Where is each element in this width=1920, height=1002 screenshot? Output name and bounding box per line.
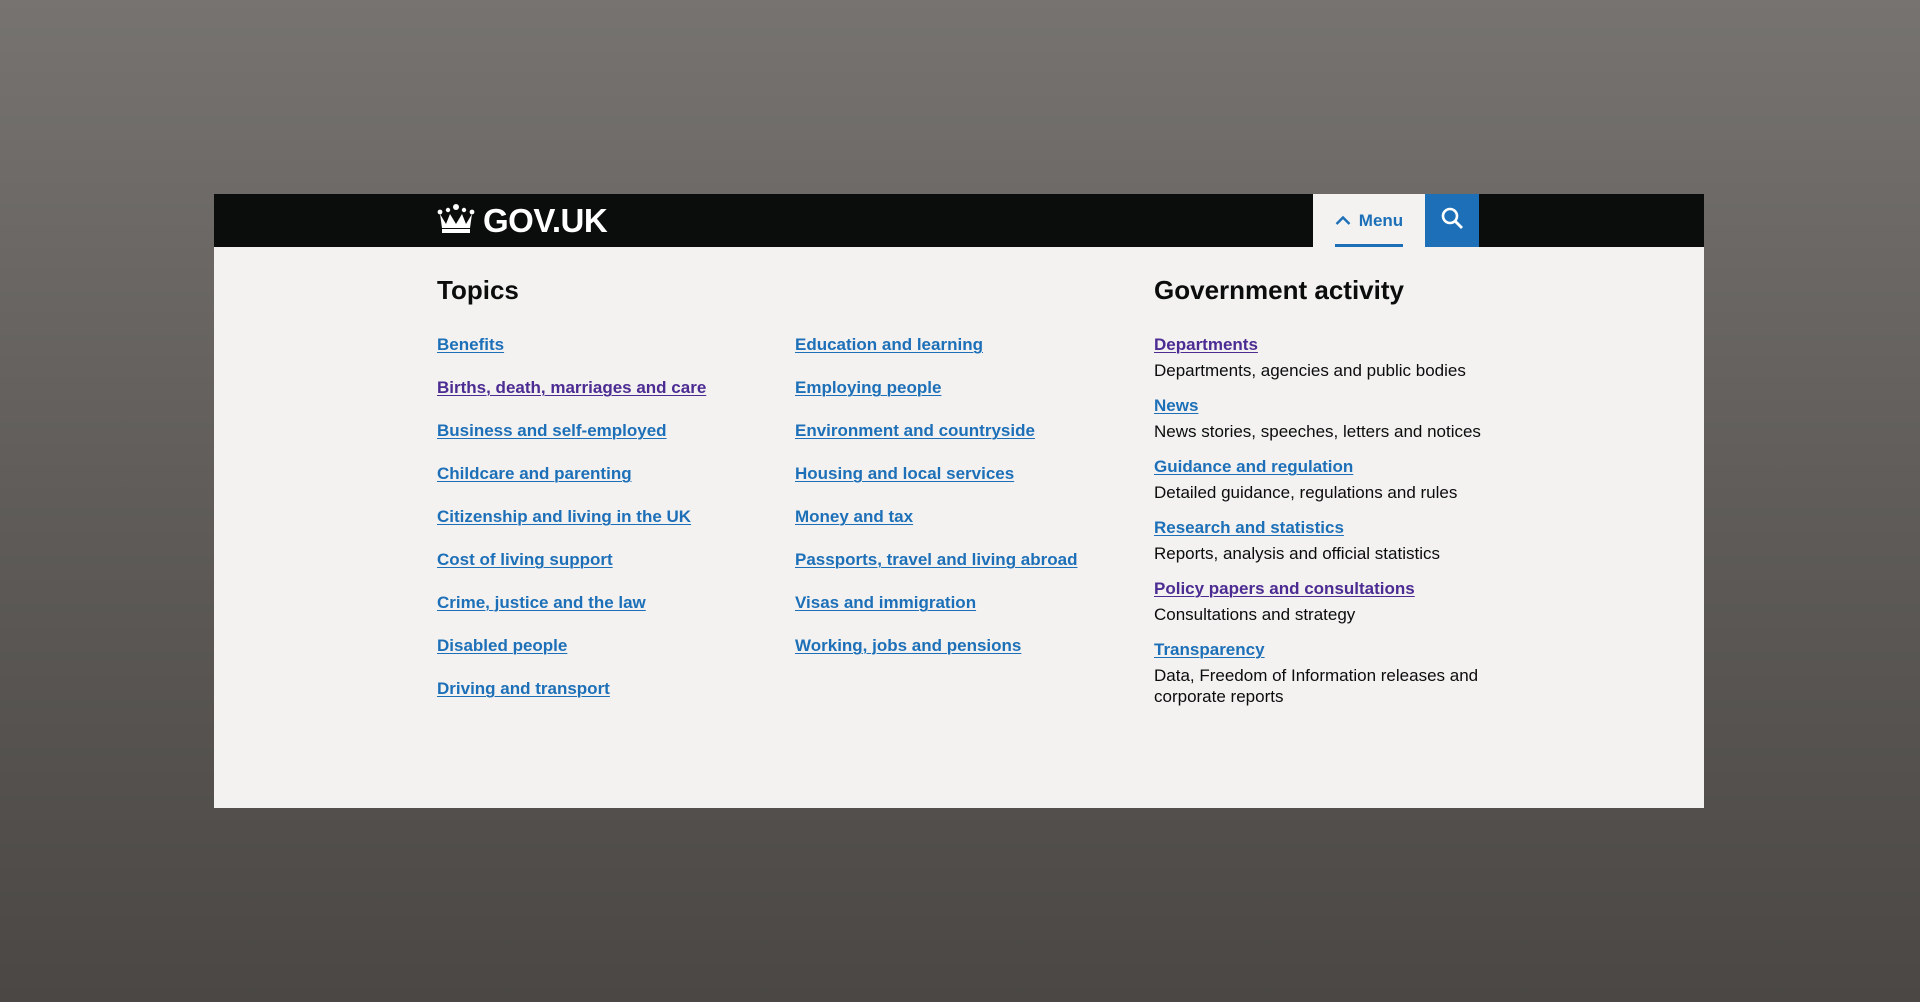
- topics-column-1: Benefits Births, death, marriages and car…: [437, 334, 777, 721]
- government-activity-item: News News stories, speeches, letters and …: [1154, 395, 1494, 442]
- menu-button[interactable]: Menu: [1313, 194, 1425, 247]
- activity-link-news[interactable]: News: [1154, 396, 1198, 415]
- topic-list-item: Visas and immigration: [795, 592, 1135, 635]
- government-activity-list: Departments Departments, agencies and pub…: [1154, 334, 1494, 721]
- activity-description: Consultations and strategy: [1154, 605, 1356, 624]
- topic-list-item: Environment and countryside: [795, 420, 1135, 463]
- government-activity-item: Departments Departments, agencies and pub…: [1154, 334, 1494, 381]
- topic-link-working-jobs-and-pensions[interactable]: Working, jobs and pensions: [795, 636, 1021, 655]
- topic-link-benefits[interactable]: Benefits: [437, 335, 504, 354]
- activity-description: Departments, agencies and public bodies: [1154, 361, 1466, 380]
- activity-description: Reports, analysis and official statistic…: [1154, 544, 1440, 563]
- activity-link-policy-papers-and-consultations[interactable]: Policy papers and consultations: [1154, 579, 1415, 598]
- site-header: GOV.UK Menu: [214, 194, 1704, 247]
- activity-link-guidance-and-regulation[interactable]: Guidance and regulation: [1154, 457, 1353, 476]
- topic-link-employing-people[interactable]: Employing people: [795, 378, 941, 397]
- topic-list-item: Working, jobs and pensions: [795, 635, 1135, 678]
- topic-link-money-and-tax[interactable]: Money and tax: [795, 507, 913, 526]
- activity-description: News stories, speeches, letters and noti…: [1154, 422, 1481, 441]
- topic-list-item: Disabled people: [437, 635, 777, 678]
- search-icon: [1440, 206, 1464, 235]
- topic-list-item: Business and self-employed: [437, 420, 777, 463]
- topic-list-item: Cost of living support: [437, 549, 777, 592]
- topic-list-item: Benefits: [437, 334, 777, 377]
- search-button[interactable]: [1425, 194, 1479, 247]
- topics-heading: Topics: [437, 275, 519, 305]
- topic-link-environment-and-countryside[interactable]: Environment and countryside: [795, 421, 1035, 440]
- topics-column-2: Education and learning Employing people En…: [795, 334, 1135, 678]
- topic-list-item: Passports, travel and living abroad: [795, 549, 1135, 592]
- topic-link-births-death-marriages-and-care[interactable]: Births, death, marriages and care: [437, 378, 706, 397]
- government-activity-item: Policy papers and consultations Consultat…: [1154, 578, 1494, 625]
- topic-list-item: Citizenship and living in the UK: [437, 506, 777, 549]
- government-activity-item: Research and statistics Reports, analysis…: [1154, 517, 1494, 564]
- topic-list-item: Births, death, marriages and care: [437, 377, 777, 420]
- topic-link-childcare-and-parenting[interactable]: Childcare and parenting: [437, 464, 632, 483]
- govuk-logo-link[interactable]: GOV.UK: [437, 201, 608, 239]
- activity-link-departments[interactable]: Departments: [1154, 335, 1258, 354]
- topic-link-cost-of-living-support[interactable]: Cost of living support: [437, 550, 613, 569]
- topic-link-passports-travel-and-living-abroad[interactable]: Passports, travel and living abroad: [795, 550, 1077, 569]
- topic-list-item: Money and tax: [795, 506, 1135, 549]
- topic-list-item: Education and learning: [795, 334, 1135, 377]
- navigation-panel: GOV.UK Menu Topics Benefits Births, death…: [214, 194, 1704, 808]
- topic-link-business-and-self-employed[interactable]: Business and self-employed: [437, 421, 667, 440]
- topic-link-crime-justice-and-the-law[interactable]: Crime, justice and the law: [437, 593, 646, 612]
- topic-link-housing-and-local-services[interactable]: Housing and local services: [795, 464, 1014, 483]
- topic-list-item: Childcare and parenting: [437, 463, 777, 506]
- menu-label: Menu: [1358, 210, 1404, 230]
- activity-description: Data, Freedom of Information releases an…: [1154, 666, 1479, 706]
- chevron-up-icon: [1335, 212, 1351, 230]
- activity-description: Detailed guidance, regulations and rules: [1154, 483, 1458, 502]
- topic-link-disabled-people[interactable]: Disabled people: [437, 636, 567, 655]
- government-activity-item: Guidance and regulation Detailed guidance…: [1154, 456, 1494, 503]
- government-activity-heading: Government activity: [1154, 275, 1404, 305]
- topic-list-item: Employing people: [795, 377, 1135, 420]
- logo-text: GOV.UK: [483, 201, 608, 239]
- government-activity-item: Transparency Data, Freedom of Information…: [1154, 639, 1494, 707]
- topic-link-driving-and-transport[interactable]: Driving and transport: [437, 679, 610, 698]
- topic-list-item: Crime, justice and the law: [437, 592, 777, 635]
- crown-icon: [437, 202, 475, 239]
- menu-active-underline: [1335, 244, 1403, 247]
- activity-link-research-and-statistics[interactable]: Research and statistics: [1154, 518, 1344, 537]
- activity-link-transparency[interactable]: Transparency: [1154, 640, 1265, 659]
- topic-link-citizenship-and-living-in-the-uk[interactable]: Citizenship and living in the UK: [437, 507, 691, 526]
- topic-link-visas-and-immigration[interactable]: Visas and immigration: [795, 593, 976, 612]
- topic-list-item: Housing and local services: [795, 463, 1135, 506]
- topic-list-item: Driving and transport: [437, 678, 777, 721]
- topic-link-education-and-learning[interactable]: Education and learning: [795, 335, 983, 354]
